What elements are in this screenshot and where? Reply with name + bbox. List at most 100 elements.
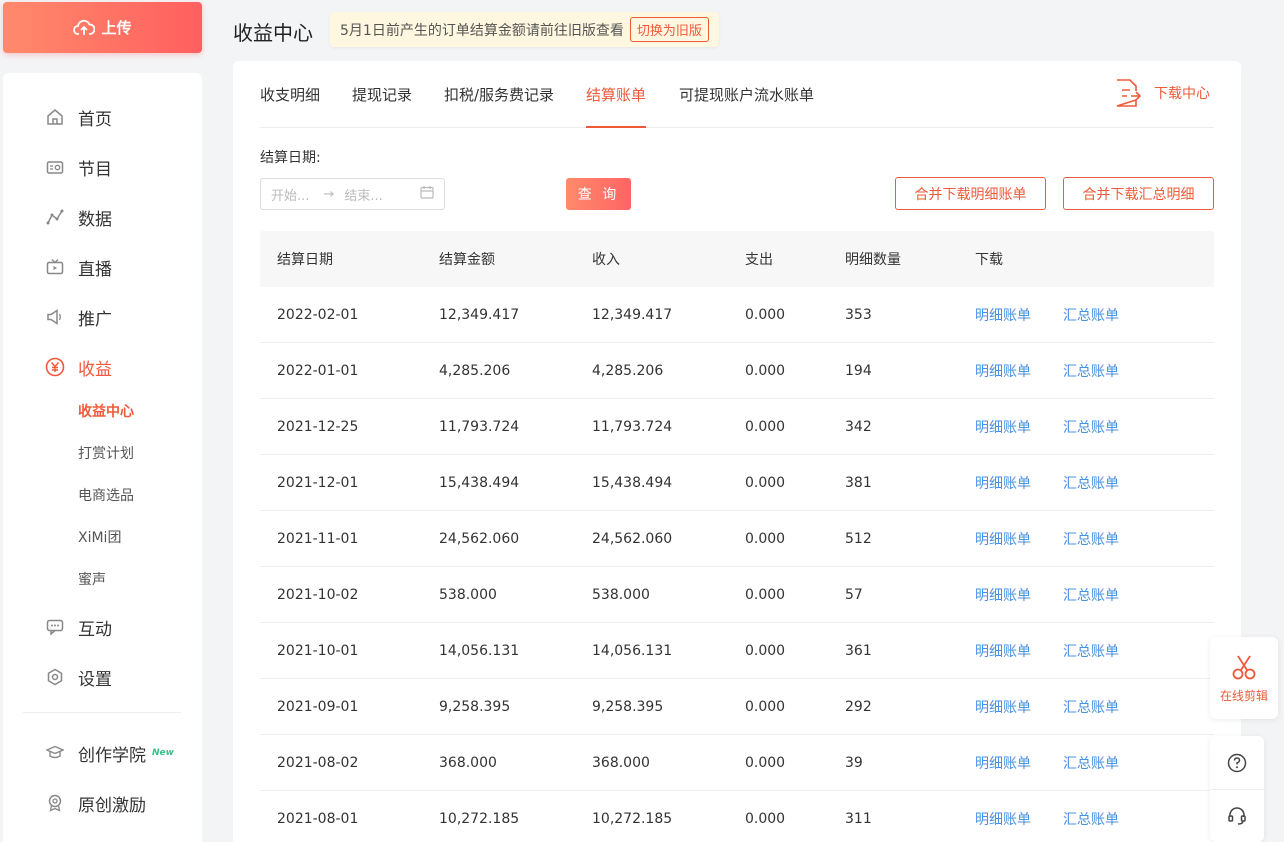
- sidebar-subitem-misheng[interactable]: 蜜声: [78, 569, 106, 591]
- summary-bill-link[interactable]: 汇总账单: [1063, 473, 1119, 493]
- sidebar-item-label: 原创激励: [78, 795, 146, 816]
- table-header: 结算日期 结算金额 收入 支出 明细数量 下载: [260, 231, 1214, 287]
- summary-bill-link[interactable]: 汇总账单: [1063, 809, 1119, 829]
- summary-bill-link[interactable]: 汇总账单: [1063, 417, 1119, 437]
- calendar-icon: [420, 185, 434, 203]
- sidebar-item-academy[interactable]: 创作学院 New: [3, 733, 202, 773]
- tab-withdraw-records[interactable]: 提现记录: [352, 84, 412, 128]
- sidebar: 首页 节目 数据 直播 推广 收益 收益中心 打赏计划 电商选品 XiMi团 蜜…: [3, 73, 202, 842]
- summary-bill-link[interactable]: 汇总账单: [1063, 697, 1119, 717]
- page-title: 收益中心: [233, 21, 313, 45]
- help-button[interactable]: [1210, 736, 1264, 789]
- detail-bill-link[interactable]: 明细账单: [975, 809, 1031, 829]
- sidebar-item-home[interactable]: 首页: [3, 97, 202, 137]
- detail-bill-link[interactable]: 明细账单: [975, 641, 1031, 661]
- yen-icon: [45, 357, 65, 377]
- summary-bill-link[interactable]: 汇总账单: [1063, 529, 1119, 549]
- summary-bill-link[interactable]: 汇总账单: [1063, 753, 1119, 773]
- column-header: 结算日期: [277, 252, 333, 268]
- cell-expense: 0.000: [745, 474, 786, 491]
- detail-bill-link[interactable]: 明细账单: [975, 753, 1031, 773]
- online-edit-label: 在线剪辑: [1219, 688, 1268, 703]
- new-badge: New: [152, 748, 174, 758]
- cell-count: 381: [845, 474, 872, 491]
- detail-bill-link[interactable]: 明细账单: [975, 305, 1031, 325]
- merge-download-detail-button[interactable]: 合并下载明细账单: [895, 177, 1046, 210]
- table-row: 2022-02-01 12,349.417 12,349.417 0.000 353 明细…: [260, 287, 1214, 343]
- end-date-input[interactable]: 结束...: [344, 185, 382, 204]
- detail-bill-link[interactable]: 明细账单: [975, 417, 1031, 437]
- sidebar-item-label: 节目: [78, 159, 112, 180]
- sidebar-item-programs[interactable]: 节目: [3, 147, 202, 187]
- sidebar-item-label: 推广: [78, 309, 112, 330]
- summary-bill-link[interactable]: 汇总账单: [1063, 641, 1119, 661]
- summary-bill-link[interactable]: 汇总账单: [1063, 585, 1119, 605]
- detail-bill-link[interactable]: 明细账单: [975, 473, 1031, 493]
- table-row: 2021-09-01 9,258.395 9,258.395 0.000 292 明细账单…: [260, 679, 1214, 735]
- sidebar-subitem-ximi[interactable]: XiMi团: [78, 527, 121, 549]
- sidebar-item-interaction[interactable]: 互动: [3, 607, 202, 647]
- cell-count: 194: [845, 362, 872, 379]
- cell-date: 2021-12-01: [277, 474, 359, 491]
- cell-income: 538.000: [592, 586, 650, 603]
- cell-count: 361: [845, 642, 872, 659]
- cell-income: 24,562.060: [592, 530, 673, 547]
- summary-bill-link[interactable]: 汇总账单: [1063, 361, 1119, 381]
- detail-bill-link[interactable]: 明细账单: [975, 585, 1031, 605]
- detail-bill-link[interactable]: 明细账单: [975, 697, 1031, 717]
- sidebar-item-data[interactable]: 数据: [3, 197, 202, 237]
- table-body: 2022-02-01 12,349.417 12,349.417 0.000 353 明细…: [260, 287, 1214, 842]
- sidebar-subitem-earnings-center[interactable]: 收益中心: [78, 401, 134, 423]
- cell-income: 9,258.395: [592, 698, 664, 715]
- medal-icon: [45, 793, 65, 813]
- sidebar-item-earnings[interactable]: 收益: [3, 347, 202, 387]
- sidebar-item-settings[interactable]: 设置: [3, 657, 202, 697]
- cell-expense: 0.000: [745, 810, 786, 827]
- cell-date: 2022-02-01: [277, 306, 359, 323]
- table-row: 2021-10-02 538.000 538.000 0.000 57 明细账单 汇总账单: [260, 567, 1214, 623]
- cell-count: 292: [845, 698, 872, 715]
- table-row: 2021-11-01 24,562.060 24,562.060 0.000 512 明细…: [260, 511, 1214, 567]
- sidebar-item-original-incentive[interactable]: 原创激励: [3, 783, 202, 823]
- start-date-input[interactable]: 开始...: [271, 185, 309, 204]
- cell-income: 10,272.185: [592, 810, 673, 827]
- switch-old-version-button[interactable]: 切换为旧版: [629, 17, 709, 42]
- upload-label: 上传: [101, 19, 132, 37]
- merge-download-summary-button[interactable]: 合并下载汇总明细: [1063, 177, 1214, 210]
- notice-text: 5月1日前产生的订单结算金额请前往旧版查看: [340, 22, 624, 39]
- notice-banner: 5月1日前产生的订单结算金额请前往旧版查看 切换为旧版: [330, 12, 719, 47]
- cell-amount: 538.000: [439, 586, 497, 603]
- detail-bill-link[interactable]: 明细账单: [975, 529, 1031, 549]
- detail-bill-link[interactable]: 明细账单: [975, 361, 1031, 381]
- tab-withdrawable-flow[interactable]: 可提现账户流水账单: [679, 84, 814, 128]
- home-icon: [45, 107, 65, 127]
- settlement-table: 结算日期 结算金额 收入 支出 明细数量 下载 2022-02-01 12,349…: [260, 231, 1214, 842]
- speaker-icon: [45, 307, 65, 327]
- column-header: 明细数量: [845, 252, 901, 268]
- tab-settlement-bills[interactable]: 结算账单: [586, 84, 647, 128]
- tab-income-expense[interactable]: 收支明细: [260, 84, 320, 128]
- customer-service-button[interactable]: [1210, 789, 1264, 842]
- cell-amount: 24,562.060: [439, 530, 520, 547]
- summary-bill-link[interactable]: 汇总账单: [1063, 305, 1119, 325]
- sidebar-item-label: 直播: [78, 259, 112, 280]
- table-row: 2022-01-01 4,285.206 4,285.206 0.000 194 明细账单…: [260, 343, 1214, 399]
- chart-icon: [45, 207, 65, 227]
- upload-button[interactable]: 上传: [3, 2, 202, 53]
- headset-icon: [1228, 807, 1246, 825]
- query-button[interactable]: 查 询: [566, 178, 631, 210]
- cell-amount: 15,438.494: [439, 474, 520, 491]
- cell-amount: 368.000: [439, 754, 497, 771]
- sidebar-item-live[interactable]: 直播: [3, 247, 202, 287]
- sidebar-subitem-tip-plan[interactable]: 打赏计划: [78, 443, 134, 465]
- download-center-button[interactable]: 下载中心: [1114, 78, 1210, 108]
- date-range-picker[interactable]: 开始... → 结束...: [260, 178, 445, 210]
- sidebar-item-promotion[interactable]: 推广: [3, 297, 202, 337]
- online-edit-button[interactable]: 在线剪辑: [1210, 637, 1278, 719]
- column-header: 结算金额: [439, 252, 495, 268]
- table-row: 2021-08-01 10,272.185 10,272.185 0.000 311 明细…: [260, 791, 1214, 842]
- cell-income: 4,285.206: [592, 362, 664, 379]
- table-row: 2021-12-01 15,438.494 15,438.494 0.000 381 明细…: [260, 455, 1214, 511]
- tab-tax-records[interactable]: 扣税/服务费记录: [444, 84, 554, 128]
- sidebar-subitem-ecommerce[interactable]: 电商选品: [78, 485, 134, 507]
